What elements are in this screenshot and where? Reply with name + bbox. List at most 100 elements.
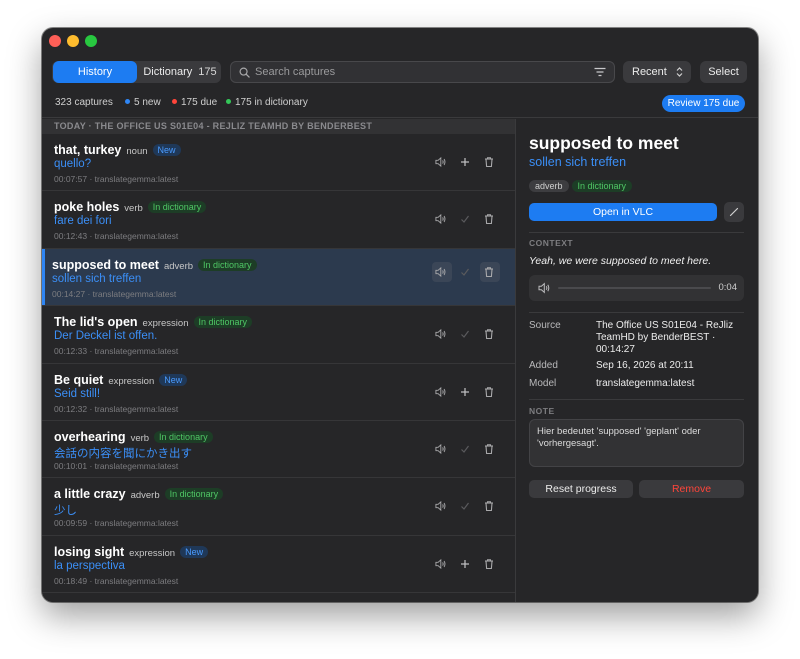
remove-label: Remove	[671, 483, 712, 495]
capture-status-badge: In dictionary	[198, 258, 257, 271]
due-count: 175 due	[181, 97, 218, 108]
capture-status-badge: New	[159, 373, 188, 386]
reset-progress-button[interactable]: Reset progress	[529, 480, 633, 498]
edit-button[interactable]	[724, 202, 744, 222]
sort-label: Recent	[632, 66, 667, 78]
trash-icon	[483, 442, 495, 459]
speak-button[interactable]	[435, 499, 449, 513]
speaker-icon[interactable]	[538, 282, 551, 294]
remove-button[interactable]: Remove	[639, 480, 744, 498]
delete-button[interactable]	[483, 212, 497, 226]
capture-translation: fare dei fori	[54, 215, 112, 228]
capture-row[interactable]: losing sight expression New la perspectiva 0…	[42, 536, 515, 594]
speak-button[interactable]	[435, 327, 449, 341]
speak-button[interactable]	[435, 155, 449, 169]
model-value: translategemma:latest	[596, 378, 695, 389]
delete-button[interactable]	[483, 265, 497, 279]
title-bar	[42, 28, 758, 54]
open-in-vlc-button[interactable]: Open in VLC	[529, 203, 717, 221]
detail-pos-tag: adverb	[529, 180, 569, 192]
capture-pos: verb	[124, 203, 143, 215]
detail-tags: adverb In dictionary	[529, 176, 635, 194]
trash-icon	[483, 327, 495, 344]
check-icon	[459, 265, 471, 282]
minimize-window-button[interactable]	[67, 35, 79, 47]
select-label: Select	[708, 66, 739, 78]
detail-translation: sollen sich treffen	[529, 155, 627, 169]
capture-status-badge: In dictionary	[193, 316, 253, 329]
search-input[interactable]	[253, 62, 583, 82]
captures-list: TODAY · THE OFFICE US S01E04 - REJLIZ TE…	[42, 119, 515, 602]
speaker-icon	[435, 557, 447, 574]
trash-icon	[483, 155, 495, 172]
speaker-icon	[435, 212, 447, 229]
row-actions	[435, 385, 501, 399]
add-to-dictionary-button[interactable]	[459, 155, 473, 169]
delete-button[interactable]	[483, 557, 497, 571]
new-count: 5 new	[134, 97, 161, 108]
speak-button[interactable]	[435, 265, 449, 279]
capture-meta: 00:09:59 · translategemma:latest	[54, 518, 179, 529]
in-dictionary-count: 175 in dictionary	[235, 97, 308, 108]
in-dictionary-check	[459, 212, 473, 226]
add-to-dictionary-button[interactable]	[459, 557, 473, 571]
capture-status-badge: In dictionary	[147, 201, 207, 214]
speak-button[interactable]	[435, 385, 449, 399]
divider	[529, 399, 744, 400]
capture-row[interactable]: supposed to meet adverb In dictionary solle…	[42, 248, 515, 307]
trash-icon	[483, 212, 495, 229]
capture-meta: 00:07:57 · translategemma:latest	[54, 174, 179, 184]
capture-title-line: Be quiet expression New	[54, 371, 188, 389]
audio-player[interactable]: 0:04	[529, 275, 744, 301]
select-button[interactable]: Select	[700, 61, 747, 83]
new-dot-icon	[125, 99, 130, 104]
filter-icon[interactable]	[594, 67, 606, 77]
delete-button[interactable]	[483, 499, 497, 513]
in-dictionary-check	[459, 499, 473, 513]
divider	[529, 232, 744, 233]
zoom-window-button[interactable]	[85, 35, 97, 47]
speaker-icon	[435, 155, 447, 172]
capture-row[interactable]: that, turkey noun New quello? 00:07:57 · tra…	[42, 134, 515, 192]
speak-button[interactable]	[435, 557, 449, 571]
capture-pos: expression	[129, 547, 176, 559]
add-to-dictionary-button[interactable]	[459, 385, 473, 399]
speak-button[interactable]	[435, 212, 449, 226]
plus-icon	[459, 385, 471, 402]
added-value: Sep 16, 2026 at 20:11	[596, 360, 694, 371]
audio-scrubber[interactable]	[558, 287, 711, 289]
speak-button[interactable]	[435, 442, 449, 456]
sort-popup-button[interactable]: Recent	[623, 61, 691, 83]
pencil-icon	[729, 207, 739, 217]
delete-button[interactable]	[483, 327, 497, 341]
capture-pos: expression	[108, 375, 155, 387]
trash-icon	[483, 265, 495, 282]
capture-title-line: The lid's open expression In dictionary	[54, 313, 253, 331]
delete-button[interactable]	[483, 385, 497, 399]
capture-title-line: that, turkey noun New	[54, 141, 181, 159]
added-label: Added	[529, 360, 558, 371]
capture-title-line: overhearing verb In dictionary	[54, 428, 213, 446]
trash-icon	[483, 557, 495, 574]
search-field[interactable]	[230, 61, 615, 83]
capture-row[interactable]: The lid's open expression In dictionary Der…	[42, 306, 515, 364]
note-field[interactable]: Hier bedeutet 'supposed' 'geplant' oder …	[529, 419, 744, 467]
capture-row[interactable]: overhearing verb In dictionary 会話の内容を聞にかき出す…	[42, 421, 515, 479]
capture-row[interactable]: Be quiet expression New Seid still! 00:12:32…	[42, 364, 515, 421]
capture-row[interactable]: poke holes verb In dictionary fare dei fori…	[42, 191, 515, 249]
tab-history[interactable]: History	[53, 61, 137, 83]
capture-status-badge: In dictionary	[164, 488, 224, 501]
new-count-stat: 5 new	[125, 97, 161, 108]
row-actions	[435, 155, 501, 169]
check-icon	[459, 327, 471, 344]
capture-status-badge: New	[152, 144, 181, 156]
model-label: Model	[529, 378, 557, 389]
plus-icon	[459, 155, 471, 172]
review-due-button[interactable]: Review 175 due	[662, 95, 745, 112]
delete-button[interactable]	[483, 442, 497, 456]
close-window-button[interactable]	[49, 35, 61, 47]
tab-dictionary[interactable]: Dictionary 175	[140, 61, 220, 83]
capture-word: overhearing	[54, 429, 126, 444]
delete-button[interactable]	[483, 155, 497, 169]
capture-row[interactable]: a little crazy adverb In dictionary 少し 00:09…	[42, 478, 515, 536]
